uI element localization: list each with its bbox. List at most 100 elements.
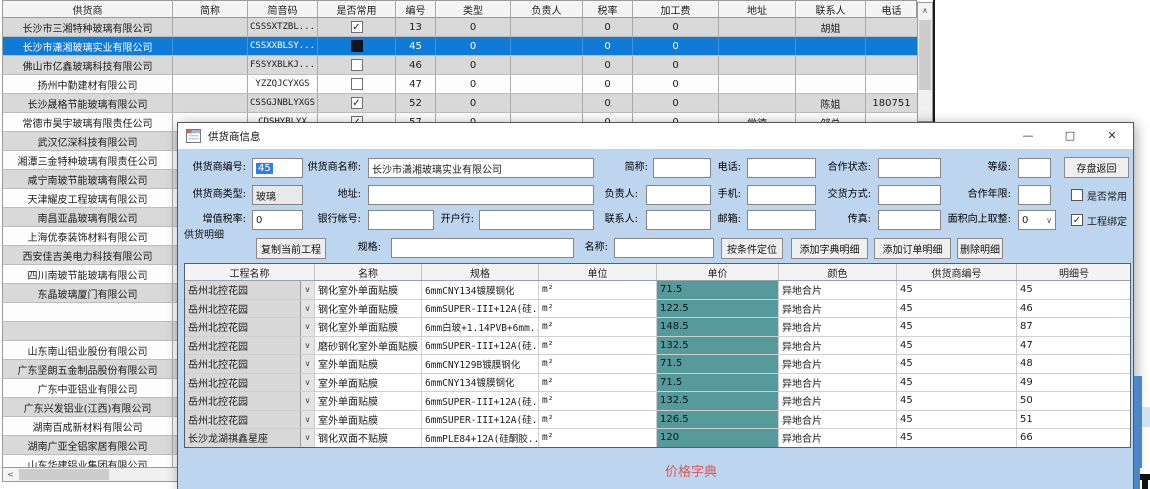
detail-cell[interactable]: 132.5 [657, 392, 779, 410]
detail-cell[interactable]: 45 [897, 392, 1017, 410]
detail-cell[interactable]: 45 [897, 411, 1017, 429]
combo-arrow-icon[interactable] [300, 318, 314, 336]
detail-cell[interactable]: m² [539, 337, 657, 355]
detail-cell[interactable]: 异地合片 [779, 355, 897, 373]
common-checkbox[interactable] [351, 97, 363, 109]
project-combobox[interactable]: 岳州北控花园 [185, 300, 315, 318]
detail-cell[interactable]: 50 [1017, 392, 1131, 410]
scroll-left-icon[interactable] [3, 468, 18, 481]
supplier-row[interactable]: 长沙晟格节能玻璃有限公司CSSGJNBLYXGS52000陈姐180751 [2, 94, 917, 113]
bank-input[interactable] [479, 210, 594, 230]
detail-cell[interactable]: m² [539, 374, 657, 392]
detail-cell[interactable]: 126.5 [657, 411, 779, 429]
supplier-row[interactable]: 佛山市亿鑫玻璃科技有限公司FSSYXBLKJ...46000 [2, 56, 917, 75]
detail-cell[interactable]: 45 [897, 355, 1017, 373]
column-header[interactable]: 简称 [173, 1, 248, 17]
supplier-no-input[interactable]: 45 [252, 158, 303, 178]
vertical-scrollbar[interactable] [917, 2, 933, 122]
coop-status-input[interactable] [878, 158, 941, 178]
detail-cell[interactable]: 钢化双面不贴膜 [315, 429, 422, 447]
close-button[interactable]: ✕ [1091, 123, 1133, 149]
detail-column-header[interactable]: 规格 [422, 264, 539, 280]
detail-cell[interactable]: 室外单面贴膜 [315, 411, 422, 429]
supplier-type-input[interactable]: 玻璃 [252, 185, 303, 205]
project-combobox[interactable]: 岳州北控花园 [185, 392, 315, 410]
detail-row[interactable]: 岳州北控花园钢化室外单面贴膜6mm白玻+1.14PVB+6mm...m²148.… [185, 318, 1130, 337]
detail-cell[interactable]: 6mmCNY134镀膜钢化 [422, 374, 539, 392]
detail-cell[interactable]: 室外单面贴膜 [315, 392, 422, 410]
locate-by-condition-button[interactable]: 按条件定位 [721, 238, 783, 259]
detail-cell[interactable]: m² [539, 429, 657, 447]
area-round-select[interactable]: 0 [1018, 210, 1056, 230]
detail-cell[interactable]: 45 [897, 281, 1017, 299]
column-header[interactable]: 编号 [396, 1, 436, 17]
common-checkbox[interactable] [351, 59, 363, 71]
column-header[interactable]: 地址 [719, 1, 796, 17]
delivery-input[interactable] [878, 185, 941, 205]
coop-years-input[interactable] [1018, 185, 1051, 205]
supplier-row[interactable]: 长沙市潇湘玻璃实业有限公司CSSXXBLSY...45000 [2, 37, 917, 56]
detail-cell[interactable]: 异地合片 [779, 281, 897, 299]
project-combobox[interactable]: 岳州北控花园 [185, 318, 315, 336]
combo-arrow-icon[interactable] [300, 300, 314, 318]
column-header[interactable]: 简音码 [248, 1, 318, 17]
detail-cell[interactable]: 磨砂钢化室外单面贴膜 [315, 337, 422, 355]
copy-current-project-button[interactable]: 复制当前工程 [256, 238, 326, 259]
detail-row[interactable]: 岳州北控花园室外单面贴膜6mmSUPER-III+12A(硅...m²126.5… [185, 411, 1130, 430]
detail-cell[interactable]: 室外单面贴膜 [315, 355, 422, 373]
detail-row[interactable]: 岳州北控花园室外单面贴膜6mmCNY129B镀膜钢化m²71.5异地合片4548 [185, 355, 1130, 374]
detail-column-header[interactable]: 明细号 [1017, 264, 1131, 280]
detail-column-header[interactable]: 名称 [315, 264, 422, 280]
detail-row[interactable]: 岳州北控花园钢化室外单面贴膜6mmCNY134镀膜钢化m²71.5异地合片454… [185, 281, 1130, 300]
dialog-titlebar[interactable]: 供货商信息 — □ ✕ [178, 123, 1133, 149]
project-bind-checkbox[interactable]: 工程绑定 [1071, 212, 1127, 228]
detail-cell[interactable]: 87 [1017, 318, 1131, 336]
detail-cell[interactable]: 122.5 [657, 300, 779, 318]
column-header[interactable]: 电话 [866, 1, 918, 17]
detail-cell[interactable]: 6mm白玻+1.14PVB+6mm... [422, 318, 539, 336]
detail-cell[interactable]: 45 [897, 300, 1017, 318]
name-filter-input[interactable] [614, 238, 714, 258]
maximize-button[interactable]: □ [1049, 123, 1091, 149]
combo-arrow-icon[interactable] [300, 374, 314, 392]
add-order-detail-button[interactable]: 添加订单明细 [874, 238, 951, 259]
scroll-up-icon[interactable] [918, 3, 932, 18]
detail-cell[interactable]: 异地合片 [779, 374, 897, 392]
detail-cell[interactable]: 49 [1017, 374, 1131, 392]
combo-arrow-icon[interactable] [300, 411, 314, 429]
project-combobox[interactable]: 岳州北控花园 [185, 281, 315, 299]
detail-row[interactable]: 岳州北控花园磨砂钢化室外单面贴膜6mmSUPER-III+12A(硅...m²1… [185, 337, 1130, 356]
scrollbar-thumb[interactable] [919, 20, 931, 90]
detail-row[interactable]: 长沙龙湖祺鑫星座钢化双面不贴膜6mmPLE84+12A(硅酮胶...m²120异… [185, 429, 1130, 448]
combo-arrow-icon[interactable] [300, 392, 314, 410]
column-header[interactable]: 是否常用 [318, 1, 396, 17]
column-header[interactable]: 加工费 [633, 1, 719, 17]
detail-row[interactable]: 岳州北控花园室外单面贴膜6mmSUPER-III+12A(硅...m²132.5… [185, 392, 1130, 411]
combo-arrow-icon[interactable] [300, 429, 314, 447]
detail-cell[interactable]: 45 [897, 429, 1017, 447]
detail-cell[interactable]: 120 [657, 429, 779, 447]
detail-cell[interactable]: m² [539, 411, 657, 429]
address-input[interactable] [368, 185, 594, 205]
detail-cell[interactable]: 异地合片 [779, 300, 897, 318]
detail-cell[interactable]: 异地合片 [779, 337, 897, 355]
supplier-row[interactable]: 扬州中勤建材有限公司YZZQJCYXGS47000 [2, 75, 917, 94]
detail-cell[interactable]: 45 [897, 337, 1017, 355]
detail-cell[interactable]: 47 [1017, 337, 1131, 355]
project-combobox[interactable]: 岳州北控花园 [185, 411, 315, 429]
column-header[interactable]: 供货商 [3, 1, 173, 17]
combo-arrow-icon[interactable] [300, 281, 314, 299]
common-checkbox[interactable] [351, 78, 363, 90]
detail-cell[interactable]: 45 [1017, 281, 1131, 299]
column-header[interactable]: 负责人 [511, 1, 583, 17]
detail-column-header[interactable]: 单价 [657, 264, 779, 280]
detail-cell[interactable]: 148.5 [657, 318, 779, 336]
column-header[interactable]: 类型 [436, 1, 511, 17]
detail-cell[interactable]: 钢化室外单面贴膜 [315, 318, 422, 336]
detail-cell[interactable]: 6mmCNY134镀膜钢化 [422, 281, 539, 299]
detail-cell[interactable]: 钢化室外单面贴膜 [315, 300, 422, 318]
project-combobox[interactable]: 长沙龙湖祺鑫星座 [185, 429, 315, 447]
project-combobox[interactable]: 岳州北控花园 [185, 337, 315, 355]
detail-cell[interactable]: 45 [897, 318, 1017, 336]
detail-row[interactable]: 岳州北控花园室外单面贴膜6mmCNY134镀膜钢化m²71.5异地合片4549 [185, 374, 1130, 393]
